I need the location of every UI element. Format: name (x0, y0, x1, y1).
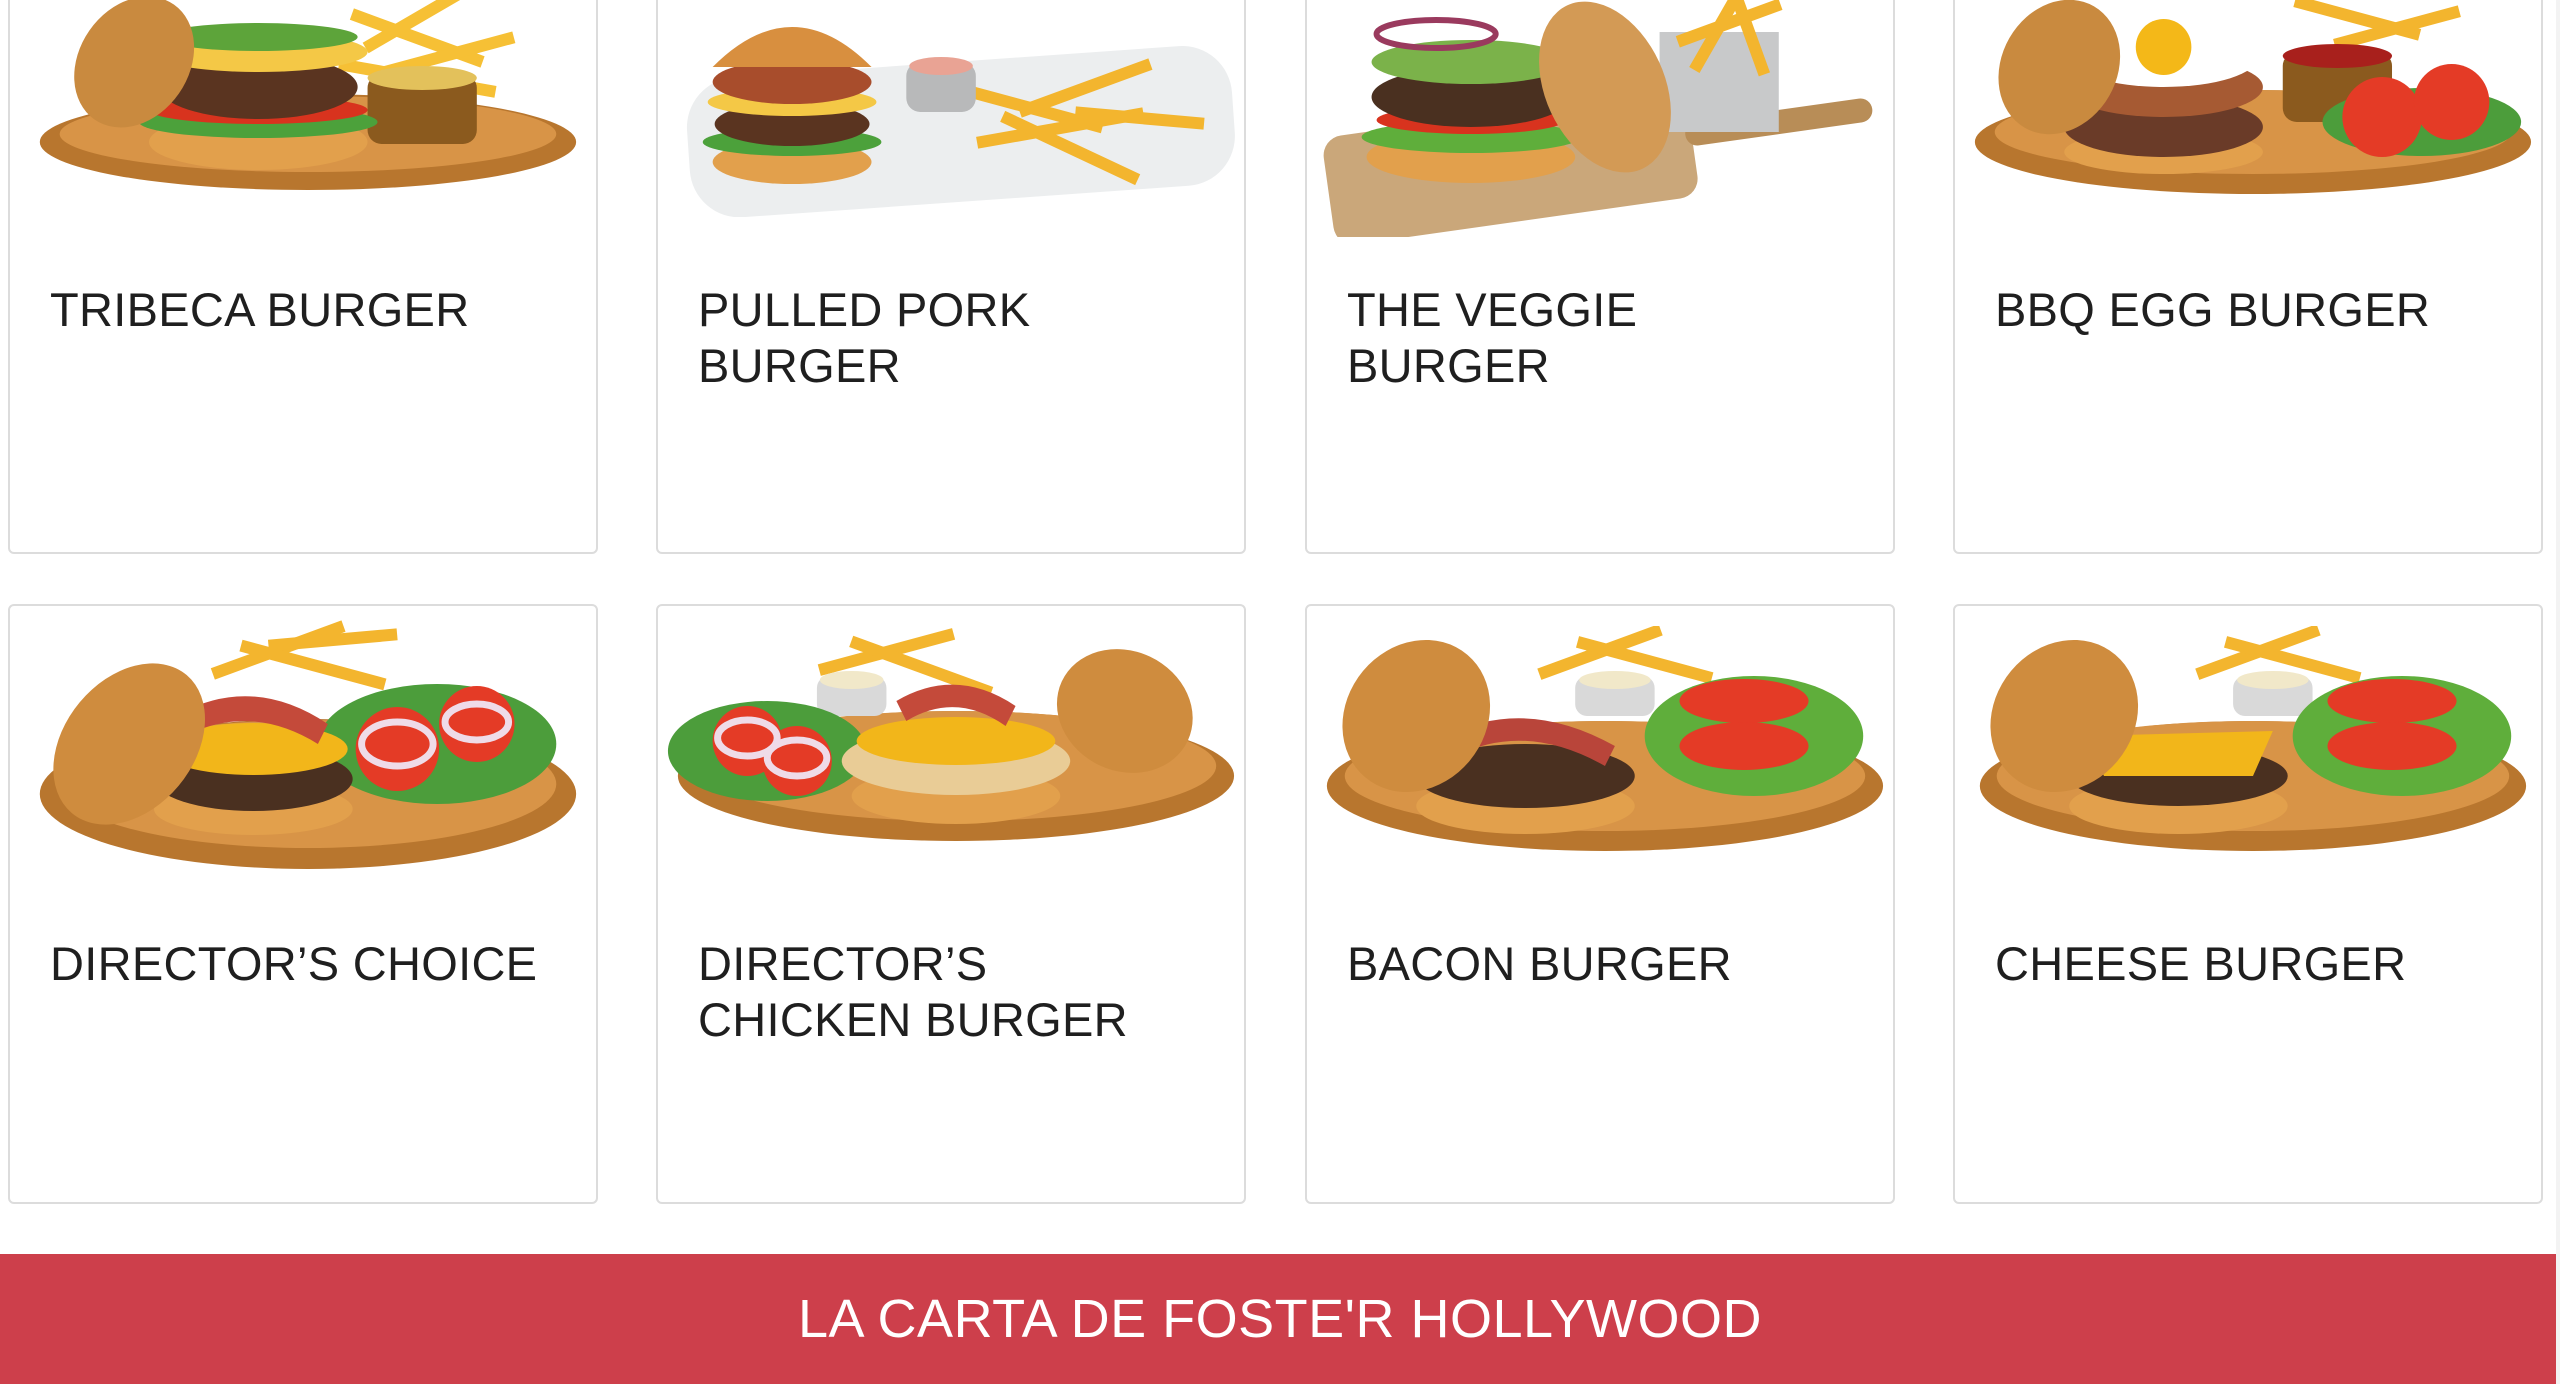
menu-card-bbq-egg-burger[interactable]: BBQ EGG BURGER (1953, 0, 2543, 554)
bbq-egg-burger-image (1955, 0, 2541, 207)
menu-card-bacon-burger[interactable]: BACON BURGER (1305, 604, 1895, 1204)
menu-card-directors-choice[interactable]: DIRECTOR’S CHOICE (8, 604, 598, 1204)
bacon-burger-image (1307, 626, 1893, 876)
menu-card-title: PULLED PORK BURGER (698, 283, 1031, 392)
menu-banner-label: LA CARTA DE FOSTE'R HOLLYWOOD (797, 1289, 1762, 1349)
menu-card-title: BACON BURGER (1347, 937, 1732, 990)
menu-card-pulled-pork-burger[interactable]: PULLED PORK BURGER (656, 0, 1246, 554)
cheese-burger-image (1955, 626, 2541, 876)
pulled-pork-burger-image (658, 0, 1244, 217)
menu-card-title: TRIBECA BURGER (50, 283, 470, 336)
menu-card-title: DIRECTOR’S CHOICE (50, 937, 538, 990)
menu-card-cheese-burger[interactable]: CHEESE BURGER (1953, 604, 2543, 1204)
menu-card-tribeca-burger[interactable]: TRIBECA BURGER (8, 0, 598, 554)
menu-card-title: DIRECTOR’S CHICKEN BURGER (698, 937, 1128, 1046)
directors-chicken-burger-image (658, 626, 1244, 866)
menu-card-title: CHEESE BURGER (1995, 937, 2407, 990)
menu-grid: TRIBECA BURGER PULLED PORK BURGER THE VE… (0, 0, 2560, 1240)
directors-choice-image (10, 614, 596, 894)
menu-banner-button[interactable]: LA CARTA DE FOSTE'R HOLLYWOOD (0, 1254, 2560, 1384)
page-edge (2556, 0, 2560, 1384)
menu-card-directors-chicken-burger[interactable]: DIRECTOR’S CHICKEN BURGER (656, 604, 1246, 1204)
menu-card-title: THE VEGGIE BURGER (1347, 283, 1638, 392)
tribeca-burger-image (10, 0, 596, 202)
menu-card-veggie-burger[interactable]: THE VEGGIE BURGER (1305, 0, 1895, 554)
menu-card-title: BBQ EGG BURGER (1995, 283, 2431, 336)
veggie-burger-image (1307, 0, 1893, 237)
